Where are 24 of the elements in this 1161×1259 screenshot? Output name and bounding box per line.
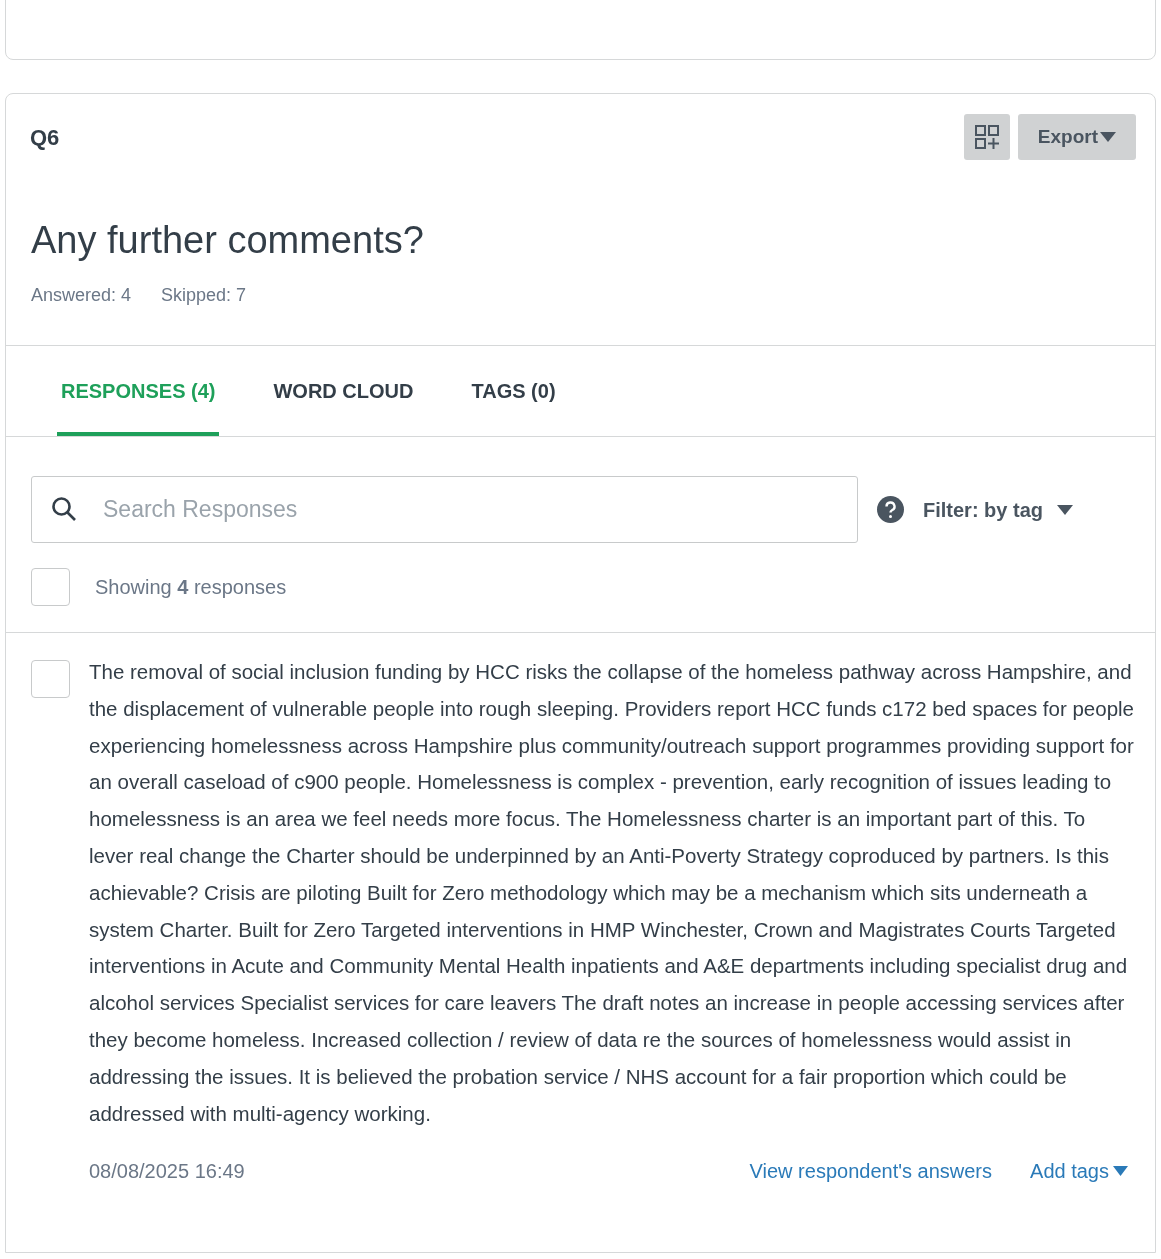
skipped-count: Skipped: 7 [161,284,247,307]
add-tags-link[interactable]: Add tags [1030,1156,1128,1187]
response-date: 08/08/2025 16:49 [89,1159,245,1185]
add-grid-button[interactable] [963,114,1010,160]
select-all-checkbox[interactable] [31,568,70,606]
filter-dropdown[interactable]: Filter: by tag [923,494,1073,525]
response-text: The removal of social inclusion funding by HCC risks the collapse of the homeless pathway across Hampshire, and the displacement of vulnerable people into rough sleeping. Providers report HCC funds c172 bed spaces for people experiencing homelessness across Hampshire plus community/outreach support programmes providing support for an overall caseload of c900 people. Homelessness is complex - prevention, early recognition of issues leading to homelessness is an area we feel needs more focus. The Homelessness charter is an important part of this. To lever real change the Charter should be underpinned by an Anti-Poverty Strategy coproduced by partners. Is this achievable? Crisis are piloting Built for Zero methodology which may be a mechanism which sits underneath a system Charter. Built for Zero Targeted interventions in HMP Winchester, Crown and Magistrates Courts Targeted interventions in Acute and Community Mental Health inpatients and A&E departments including specialist drug and alcohol services Specialist services for care leavers The draft notes an increase in people accessing services after they become homeless. Increased collection / review of data re the sources of homelessness would assist in addressing the issues. It is believed the probation service / NHS account for a fair proportion which could be addressed with multi-agency working. [89,659,1134,1127]
caret-icon [1113,1166,1128,1177]
export-button[interactable]: Export [1017,114,1136,160]
view-answers-link[interactable]: View respondent's answers [749,1156,993,1187]
tab[interactable]: TAGS (0) [467,346,560,436]
response-checkbox[interactable] [31,660,70,698]
answered-count: Answered: 4 [31,284,132,307]
question-number: Q6 [30,123,60,152]
tab[interactable]: WORD CLOUD [269,346,418,436]
help-icon[interactable] [877,496,904,523]
search-icon [51,496,77,522]
question-title: Any further comments? [31,218,425,262]
caret-icon [1057,504,1073,515]
tab[interactable]: RESPONSES (4) [57,346,220,436]
grid-plus-icon [973,124,1000,150]
search-field[interactable]: Search Responses [31,476,858,543]
caret-icon [1100,132,1116,142]
response-count: Showing 4 responses [95,575,287,600]
